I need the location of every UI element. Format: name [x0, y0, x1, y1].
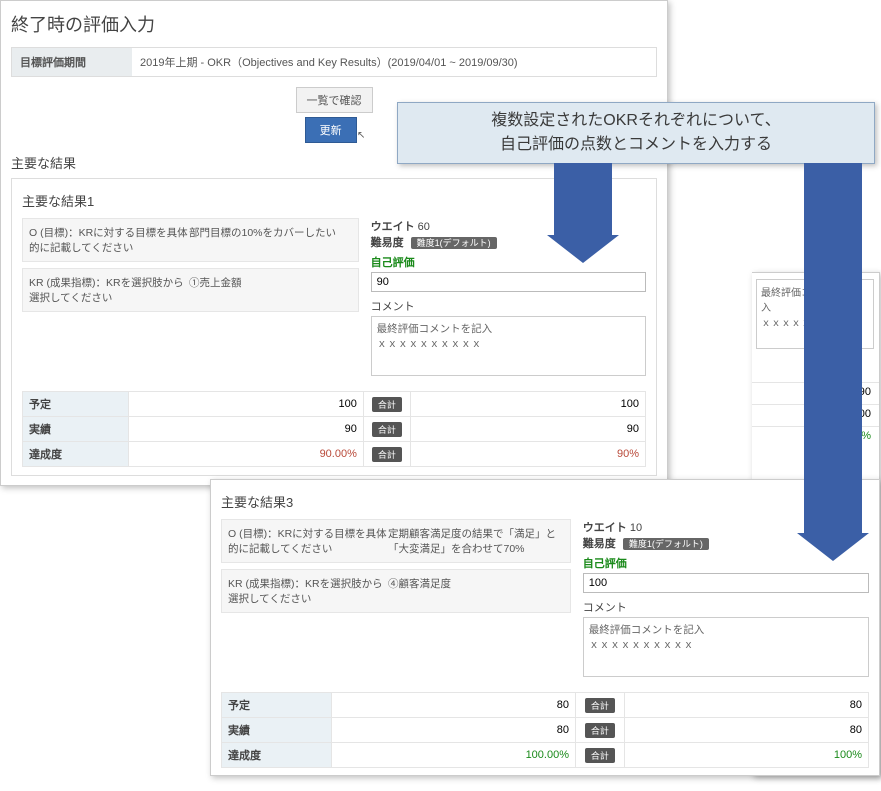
kr1-kr-value: ①売上金額 — [189, 275, 352, 305]
achievement-value: 90.00% — [128, 442, 363, 467]
kr1-comment-textarea[interactable] — [371, 316, 646, 376]
kr1-objective-value: 部門目標の10%をカバーしたい — [189, 225, 352, 255]
sum-badge: 合計 — [372, 447, 402, 462]
weight-value: 60 — [418, 221, 430, 233]
actual-value: 90 — [128, 417, 363, 442]
actual-total: 90 — [410, 417, 645, 442]
kr3-comment-label: コメント — [583, 599, 869, 615]
list-confirm-button[interactable]: 一覧で確認 — [296, 87, 373, 113]
actual-value: 80 — [331, 718, 575, 743]
sum-badge: 合計 — [585, 723, 615, 738]
sum-badge: 合計 — [372, 397, 402, 412]
weight-value: 10 — [630, 522, 642, 534]
sum-badge: 合計 — [585, 698, 615, 713]
achievement-label: 達成度 — [222, 743, 332, 768]
update-button[interactable]: 更新 — [305, 117, 357, 143]
kr1-stats-table: 予定 100 合計 100 実績 90 合計 90 達成度 90.00% 合計 … — [22, 391, 646, 467]
panel-kr3: 主要な結果3 O (目標)：KRに対する目標を具体的に記載してください 定期顧客… — [210, 479, 880, 776]
kr3-comment-textarea[interactable] — [583, 617, 869, 677]
period-row: 目標評価期間 2019年上期 - OKR（Objectives and Key … — [11, 47, 657, 77]
kr1-objective-field: O (目標)：KRに対する目標を具体的に記載してください 部門目標の10%をカバ… — [22, 218, 359, 262]
period-label: 目標評価期間 — [12, 48, 132, 76]
plan-value: 80 — [331, 693, 575, 718]
kr1-selfeval-input[interactable] — [371, 272, 646, 292]
actual-label: 実績 — [222, 718, 332, 743]
kr3-title: 主要な結果3 — [221, 492, 869, 511]
kr3-objective-label: O (目標)：KRに対する目標を具体的に記載してください — [228, 526, 388, 556]
kr3-kr-field: KR (成果指標)：KRを選択肢から選択してください ④顧客満足度 — [221, 569, 571, 613]
actual-total: 80 — [624, 718, 868, 743]
annotation-arrow-icon — [554, 163, 612, 237]
kr1-title: 主要な結果1 — [22, 191, 646, 210]
kr3-selfeval-input[interactable] — [583, 573, 869, 593]
plan-label: 予定 — [23, 392, 129, 417]
kr1-objective-label: O (目標)：KRに対する目標を具体的に記載してください — [29, 225, 189, 255]
cursor-pointer-icon: ↖ — [357, 130, 365, 141]
period-value: 2019年上期 - OKR（Objectives and Key Results… — [132, 48, 656, 76]
difficulty-badge: 難度1(デフォルト) — [411, 237, 497, 249]
kr3-kr-value: ④顧客満足度 — [388, 576, 564, 606]
annotation-arrow-icon — [804, 163, 862, 535]
kr3-objective-field: O (目標)：KRに対する目標を具体的に記載してください 定期顧客満足度の結果で… — [221, 519, 571, 563]
sum-badge: 合計 — [585, 748, 615, 763]
page-title: 終了時の評価入力 — [11, 11, 657, 37]
difficulty-label: 難易度 — [583, 538, 616, 550]
actual-label: 実績 — [23, 417, 129, 442]
weight-label: ウエイト — [371, 221, 415, 233]
achievement-total: 100% — [624, 743, 868, 768]
difficulty-badge: 難度1(デフォルト) — [623, 538, 709, 550]
kr3-stats-table: 予定 80 合計 80 実績 80 合計 80 達成度 100.00% 合計 1… — [221, 692, 869, 768]
plan-label: 予定 — [222, 693, 332, 718]
achievement-value: 100.00% — [331, 743, 575, 768]
achievement-total: 90% — [410, 442, 645, 467]
kr3-objective-value: 定期顧客満足度の結果で「満足」と「大変満足」を合わせて70% — [388, 526, 564, 556]
kr1-kr-label: KR (成果指標)：KRを選択肢から選択してください — [29, 275, 189, 305]
plan-total: 100 — [410, 392, 645, 417]
achievement-label: 達成度 — [23, 442, 129, 467]
plan-value: 100 — [128, 392, 363, 417]
annotation-callout: 複数設定されたOKRそれぞれについて、 自己評価の点数とコメントを入力する — [397, 102, 875, 164]
plan-total: 80 — [624, 693, 868, 718]
kr3-kr-label: KR (成果指標)：KRを選択肢から選択してください — [228, 576, 388, 606]
difficulty-label: 難易度 — [371, 237, 404, 249]
kr1-comment-label: コメント — [371, 298, 646, 314]
kr1-kr-field: KR (成果指標)：KRを選択肢から選択してください ①売上金額 — [22, 268, 359, 312]
weight-label: ウエイト — [583, 522, 627, 534]
sum-badge: 合計 — [372, 422, 402, 437]
